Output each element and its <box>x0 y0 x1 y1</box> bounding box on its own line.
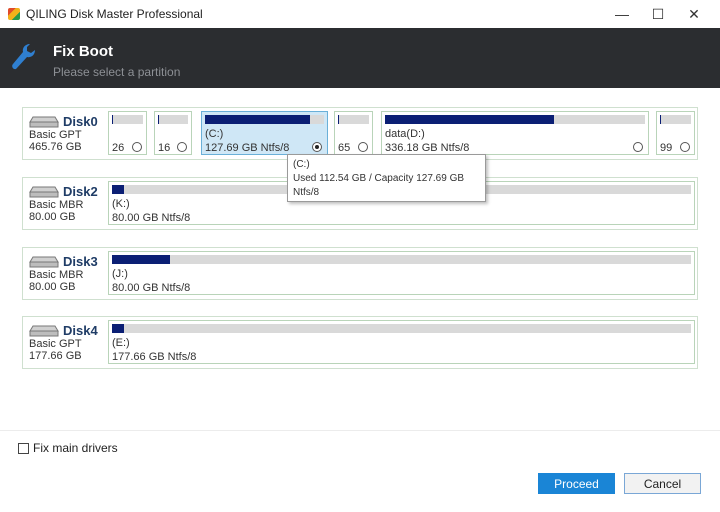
hard-disk-icon <box>29 116 59 127</box>
partition-label: data(D:) <box>385 128 425 140</box>
disk-name: Disk3 <box>63 254 98 269</box>
partition-size: 16 <box>158 142 171 154</box>
usage-fill <box>112 324 124 333</box>
usage-bar <box>205 115 324 124</box>
cancel-button[interactable]: Cancel <box>624 473 701 494</box>
usage-fill <box>338 115 340 124</box>
partition-radio[interactable] <box>358 142 368 152</box>
partition-disk0-1[interactable]: 26 <box>108 111 147 155</box>
disk-name: Disk2 <box>63 184 98 199</box>
tooltip-drive: (C:) <box>293 159 310 170</box>
usage-bar <box>338 115 369 124</box>
hard-disk-icon <box>29 325 59 336</box>
usage-fill <box>385 115 554 124</box>
disk-info: Disk4 Basic GPT 177.66 GB <box>29 323 107 362</box>
maximize-button[interactable]: ☐ <box>640 0 676 28</box>
tooltip-filesystem: Ntfs/8 <box>293 187 320 198</box>
proceed-button[interactable]: Proceed <box>538 473 615 494</box>
partition-radio-selected[interactable] <box>312 142 322 152</box>
fix-main-drivers-label: Fix main drivers <box>33 441 118 455</box>
usage-fill <box>158 115 160 124</box>
close-button[interactable]: ✕ <box>676 0 712 28</box>
disk-info: Disk3 Basic MBR 80.00 GB <box>29 254 107 293</box>
hard-disk-icon <box>29 256 59 267</box>
fix-main-drivers-option[interactable]: Fix main drivers <box>18 441 118 455</box>
usage-fill <box>112 255 170 264</box>
partition-disk4-e[interactable]: (E:) 177.66 GB Ntfs/8 <box>108 320 695 364</box>
partition-disk0-d[interactable]: data(D:) 336.18 GB Ntfs/8 <box>381 111 649 155</box>
partition-label: (K:) <box>112 198 130 210</box>
partition-size: 336.18 GB Ntfs/8 <box>385 142 470 154</box>
usage-bar <box>158 115 188 124</box>
partition-disk0-c[interactable]: (C:) 127.69 GB Ntfs/8 <box>201 111 328 155</box>
partition-label: (C:) <box>205 128 224 140</box>
disk-size: 80.00 GB <box>29 211 76 223</box>
partition-tooltip: (C:) Used 112.54 GB / Capacity 127.69 GB… <box>287 154 486 202</box>
usage-fill <box>205 115 310 124</box>
usage-bar <box>112 255 691 264</box>
partition-size: 26 <box>112 142 125 154</box>
disk-name: Disk4 <box>63 323 98 338</box>
partition-size: 177.66 GB Ntfs/8 <box>112 351 197 363</box>
partition-size: 80.00 GB Ntfs/8 <box>112 212 191 224</box>
dialog-subtitle: Please select a partition <box>53 65 181 79</box>
usage-fill <box>112 185 124 194</box>
partition-label: (E:) <box>112 337 130 349</box>
partition-radio[interactable] <box>177 142 187 152</box>
usage-bar <box>112 324 691 333</box>
minimize-button[interactable]: — <box>604 0 640 28</box>
window-title: QILING Disk Master Professional <box>26 7 203 21</box>
partition-radio[interactable] <box>633 142 643 152</box>
dialog-title: Fix Boot <box>53 43 113 60</box>
disk-row-disk3: Disk3 Basic MBR 80.00 GB (J:) 80.00 GB N… <box>22 247 698 300</box>
partition-label: (J:) <box>112 268 128 280</box>
tooltip-usage: Used 112.54 GB / Capacity 127.69 GB <box>293 173 465 184</box>
disk-size: 177.66 GB <box>29 350 82 362</box>
partition-disk0-4[interactable]: 65 <box>334 111 373 155</box>
disk-name: Disk0 <box>63 114 98 129</box>
dialog-header: Fix Boot Please select a partition <box>0 28 720 88</box>
wrench-icon <box>12 44 35 70</box>
disk-info: Disk2 Basic MBR 80.00 GB <box>29 184 107 223</box>
partition-radio[interactable] <box>680 142 690 152</box>
disk-type: Basic MBR <box>29 269 84 281</box>
partition-size: 80.00 GB Ntfs/8 <box>112 282 191 294</box>
disk-row-disk0: Disk0 Basic GPT 465.76 GB 26 16 (C:) 127… <box>22 107 698 160</box>
disk-info: Disk0 Basic GPT 465.76 GB <box>29 114 107 153</box>
partition-size: 65 <box>338 142 351 154</box>
disk-size: 465.76 GB <box>29 141 82 153</box>
partition-disk0-2[interactable]: 16 <box>154 111 192 155</box>
disk-type: Basic GPT <box>29 129 82 141</box>
app-logo-icon <box>8 8 20 20</box>
partition-disk3-j[interactable]: (J:) 80.00 GB Ntfs/8 <box>108 251 695 295</box>
disk-type: Basic GPT <box>29 338 82 350</box>
partition-size: 99 <box>660 142 673 154</box>
usage-fill <box>660 115 662 124</box>
hard-disk-icon <box>29 186 59 197</box>
usage-bar <box>385 115 645 124</box>
footer-divider <box>0 430 720 431</box>
disk-type: Basic MBR <box>29 199 84 211</box>
partition-radio[interactable] <box>132 142 142 152</box>
disk-size: 80.00 GB <box>29 281 76 293</box>
usage-bar <box>660 115 691 124</box>
usage-bar <box>112 115 143 124</box>
fix-main-drivers-checkbox[interactable] <box>18 442 29 454</box>
disk-row-disk4: Disk4 Basic GPT 177.66 GB (E:) 177.66 GB… <box>22 316 698 369</box>
partition-size: 127.69 GB Ntfs/8 <box>205 142 290 154</box>
usage-fill <box>112 115 114 124</box>
partition-disk0-6[interactable]: 99 <box>656 111 695 155</box>
